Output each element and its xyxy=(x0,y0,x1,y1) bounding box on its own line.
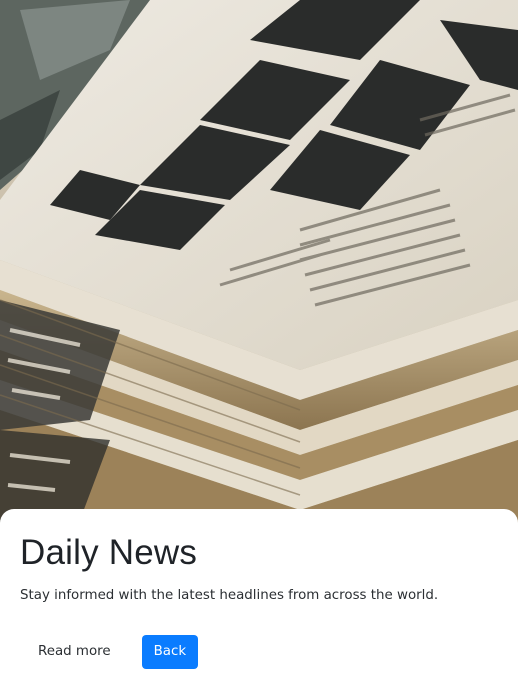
news-card: Daily News Stay informed with the latest… xyxy=(0,509,518,684)
hero-image xyxy=(0,0,518,530)
news-card-page: Daily News Stay informed with the latest… xyxy=(0,0,518,684)
newspaper-illustration xyxy=(0,0,518,530)
back-button[interactable]: Back xyxy=(141,635,199,669)
read-more-button[interactable]: Read more xyxy=(20,636,129,668)
card-description: Stay informed with the latest headlines … xyxy=(20,588,439,603)
card-actions: Read more Back xyxy=(20,635,498,669)
card-title: Daily News xyxy=(20,533,198,572)
